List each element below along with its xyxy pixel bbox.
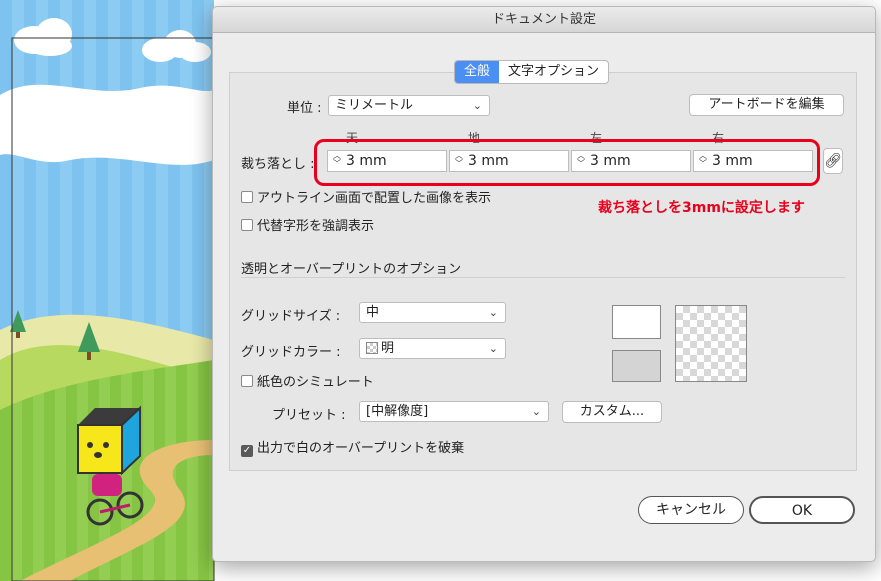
transparency-section-title: 透明とオーバープリントのオプション xyxy=(241,262,462,277)
units-select[interactable]: ミリメートル ⌄ xyxy=(328,95,490,116)
preset-select[interactable]: [中解像度] ⌄ xyxy=(359,401,549,422)
substitute-glyphs-checkbox[interactable]: 代替字形を強調表示 xyxy=(241,215,374,234)
tab-bar: 全般 文字オプション xyxy=(454,60,610,84)
chevron-down-icon: ⌄ xyxy=(531,405,541,418)
checkmark-icon[interactable]: ✓ xyxy=(241,445,253,457)
tab-general[interactable]: 全般 xyxy=(455,61,500,83)
checker-swatch-icon xyxy=(366,342,378,354)
white-swatch[interactable] xyxy=(612,305,661,339)
units-value: ミリメートル xyxy=(335,98,414,113)
paper-simulation-checkbox[interactable]: 紙色のシミュレート xyxy=(241,371,374,390)
outline-images-checkbox[interactable]: アウトライン画面で配置した画像を表示 xyxy=(241,187,491,206)
custom-button[interactable]: カスタム... xyxy=(562,401,662,423)
checkbox-icon[interactable] xyxy=(241,219,253,231)
document-setup-dialog: ドキュメント設定 xyxy=(212,6,876,562)
checkbox-icon[interactable] xyxy=(241,375,253,387)
grid-size-label: グリッドサイズ : xyxy=(241,309,341,324)
checkbox-icon[interactable] xyxy=(241,191,253,203)
dialog-titlebar: ドキュメント設定 xyxy=(213,7,875,33)
edit-artboard-button[interactable]: アートボードを編集 xyxy=(689,94,844,116)
chevron-down-icon: ⌄ xyxy=(488,306,498,319)
discard-white-overprint-checkbox[interactable]: ✓ 出力で白のオーバープリントを破棄 xyxy=(241,437,464,457)
link-icon[interactable]: 🔗︎ xyxy=(823,148,843,174)
chevron-down-icon: ⌄ xyxy=(472,99,482,112)
transparency-grid-preview xyxy=(675,305,747,382)
annotation-highlight-box xyxy=(314,139,820,186)
tab-text-options[interactable]: 文字オプション xyxy=(499,61,608,83)
grid-size-select[interactable]: 中 ⌄ xyxy=(359,302,506,323)
section-divider xyxy=(241,277,845,278)
chevron-down-icon: ⌄ xyxy=(488,342,498,355)
gray-swatch[interactable] xyxy=(612,350,661,382)
grid-color-label: グリッドカラー : xyxy=(241,345,341,360)
grid-color-select[interactable]: 明 ⌄ xyxy=(359,338,506,359)
cancel-button[interactable]: キャンセル xyxy=(638,496,744,524)
preset-label: プリセット : xyxy=(272,408,346,423)
units-label: 単位 : xyxy=(287,101,322,116)
annotation-text: 裁ち落としを3mmに設定します xyxy=(598,200,805,216)
bleed-label: 裁ち落とし : xyxy=(241,157,315,172)
ok-button[interactable]: OK xyxy=(749,496,855,524)
